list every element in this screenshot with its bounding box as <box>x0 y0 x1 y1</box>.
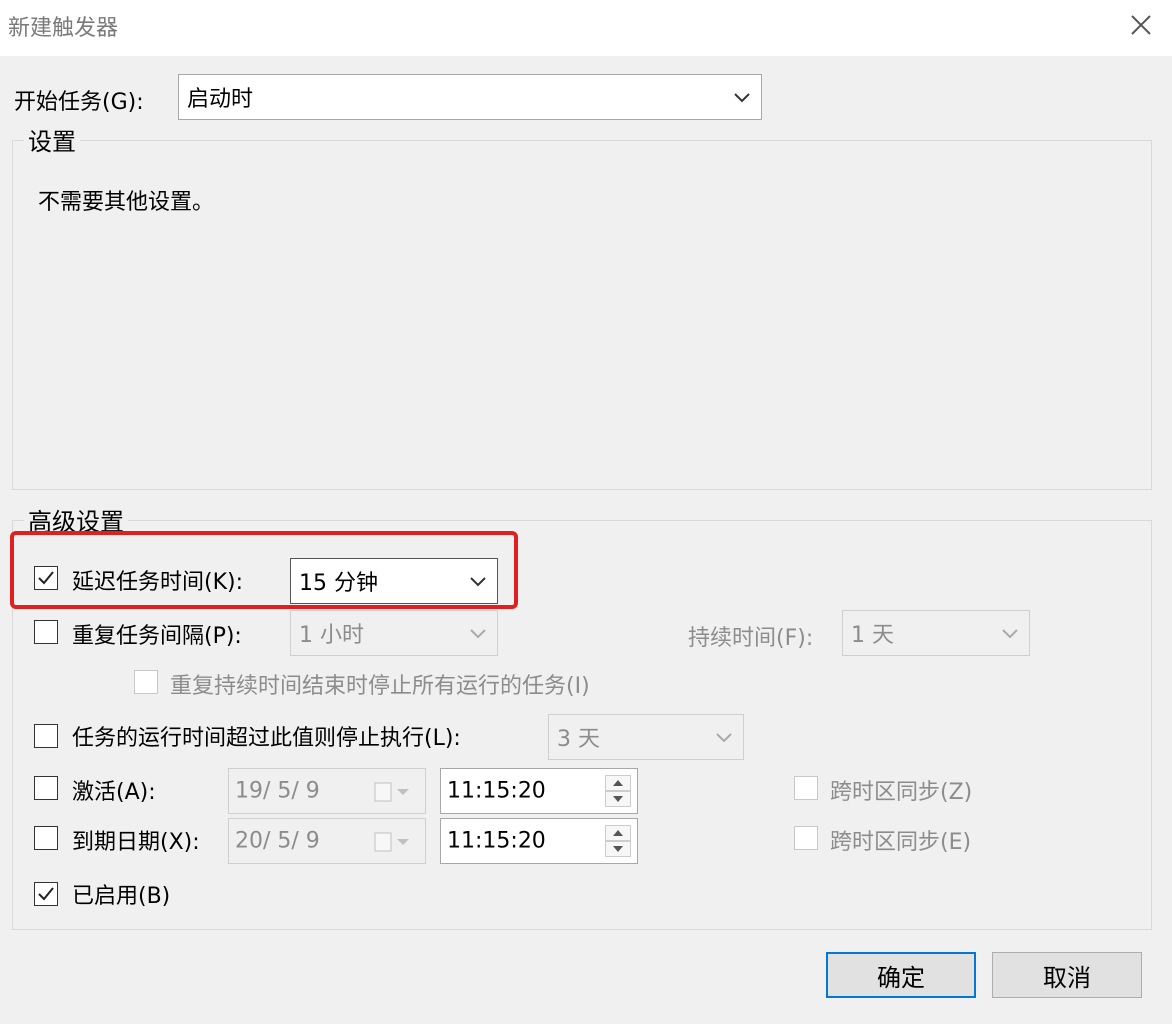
close-icon[interactable] <box>1124 8 1158 42</box>
repeat-value: 1 小时 <box>299 623 364 648</box>
stop-if-longer-label: 任务的运行时间超过此值则停止执行(L): <box>72 726 461 751</box>
expire-time-field[interactable]: 11:15:20 <box>440 818 638 864</box>
cancel-button[interactable]: 取消 <box>992 952 1142 998</box>
ok-button[interactable]: 确定 <box>826 952 976 998</box>
chevron-down-icon <box>1002 629 1018 639</box>
activate-sync-checkbox[interactable] <box>794 776 818 800</box>
stop-all-checkbox[interactable] <box>134 670 158 694</box>
expire-sync-checkbox[interactable] <box>794 826 818 850</box>
begin-task-label: 开始任务(G): <box>14 90 144 115</box>
activate-time-field[interactable]: 11:15:20 <box>440 768 638 814</box>
stop-if-longer-checkbox[interactable] <box>34 724 58 748</box>
expire-checkbox[interactable] <box>34 826 58 850</box>
expire-date-field[interactable]: 20/ 5/ 9 <box>228 818 426 864</box>
stop-if-longer-value: 3 天 <box>557 727 600 752</box>
repeat-checkbox[interactable] <box>34 620 58 644</box>
duration-label: 持续时间(F): <box>688 626 814 651</box>
expire-time-value: 11:15:20 <box>447 828 546 854</box>
repeat-label: 重复任务间隔(P): <box>72 624 242 649</box>
duration-value: 1 天 <box>851 623 894 648</box>
enabled-checkbox[interactable] <box>34 882 58 906</box>
spinner-icon[interactable] <box>605 775 631 807</box>
title-bar: 新建触发器 <box>0 0 1172 56</box>
stop-if-longer-select[interactable]: 3 天 <box>548 714 744 760</box>
window-title: 新建触发器 <box>8 16 119 41</box>
begin-task-select[interactable]: 启动时 <box>178 74 762 120</box>
spinner-icon[interactable] <box>605 825 631 857</box>
highlight-box <box>10 531 518 609</box>
expire-label: 到期日期(X): <box>72 830 200 855</box>
activate-label: 激活(A): <box>72 780 156 805</box>
calendar-icon[interactable] <box>373 831 411 853</box>
chevron-down-icon <box>716 733 732 743</box>
enabled-label: 已启用(B) <box>72 884 171 909</box>
expire-date-value: 20/ 5/ 9 <box>235 828 320 854</box>
activate-date-value: 19/ 5/ 9 <box>235 778 320 804</box>
begin-task-value: 启动时 <box>187 87 254 112</box>
activate-sync-label: 跨时区同步(Z) <box>830 780 973 805</box>
settings-message: 不需要其他设置。 <box>38 190 215 215</box>
activate-time-value: 11:15:20 <box>447 778 546 804</box>
activate-checkbox[interactable] <box>34 776 58 800</box>
repeat-select[interactable]: 1 小时 <box>290 610 498 656</box>
expire-sync-label: 跨时区同步(E) <box>830 830 972 855</box>
chevron-down-icon <box>470 629 486 639</box>
duration-select[interactable]: 1 天 <box>842 610 1030 656</box>
chevron-down-icon <box>734 93 750 103</box>
calendar-icon[interactable] <box>373 781 411 803</box>
settings-title: 设置 <box>24 122 80 157</box>
activate-date-field[interactable]: 19/ 5/ 9 <box>228 768 426 814</box>
stop-all-label: 重复持续时间结束时停止所有运行的任务(I) <box>170 674 590 699</box>
